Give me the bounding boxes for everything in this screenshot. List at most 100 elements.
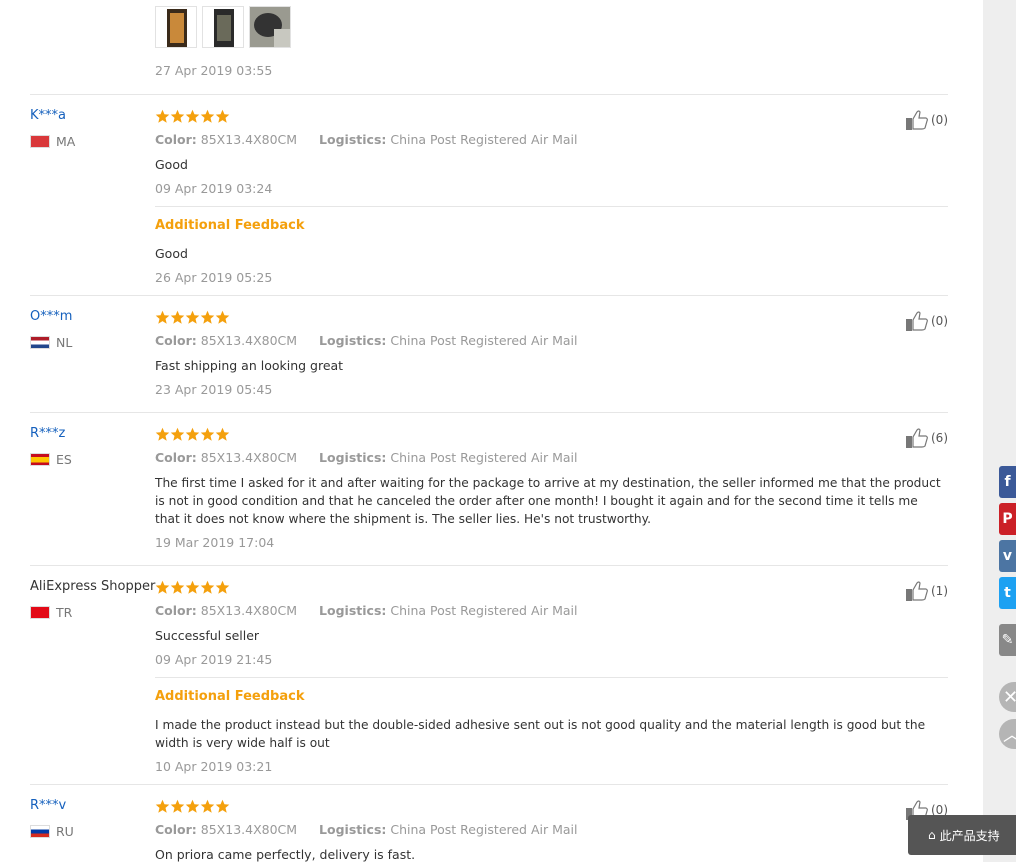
vk-icon: v — [1002, 548, 1013, 564]
review-text: Successful seller — [155, 628, 260, 643]
pencil-icon: ✎ — [1001, 632, 1014, 648]
helpful-button[interactable]: (0) — [905, 310, 948, 332]
star-icon — [185, 580, 200, 595]
color-label: Color: — [155, 333, 197, 348]
pinterest-share-button[interactable]: P — [999, 503, 1016, 535]
helpful-button[interactable]: (6) — [905, 427, 948, 449]
star-icon — [185, 310, 200, 325]
user-country: TR — [30, 604, 73, 620]
edit-button[interactable]: ✎ — [999, 624, 1016, 656]
logistics-label: Logistics: — [319, 603, 387, 618]
country-code: RU — [56, 823, 74, 839]
flag-nl-icon — [30, 335, 50, 349]
thumbs-up-icon — [906, 428, 928, 448]
star-icon — [200, 799, 215, 814]
facebook-icon: f — [1004, 474, 1011, 490]
thumbs-up-icon — [906, 110, 928, 130]
chat-support-label: 此产品支持 — [939, 828, 1000, 843]
star-icon — [155, 799, 170, 814]
order-info: Color: 85X13.4X80CM Logistics: China Pos… — [155, 822, 578, 837]
star-icon — [155, 427, 170, 442]
star-rating — [155, 580, 230, 595]
helpful-count: (0) — [931, 314, 948, 328]
color-label: Color: — [155, 603, 197, 618]
user-country: NL — [30, 334, 73, 350]
color-label: Color: — [155, 822, 197, 837]
star-icon — [215, 310, 230, 325]
flag-tr-icon — [30, 605, 50, 619]
color-value: 85X13.4X80CM — [200, 603, 298, 618]
user-name[interactable]: O***m — [30, 309, 72, 324]
star-icon — [155, 580, 170, 595]
review-date: 09 Apr 2019 03:24 — [155, 181, 273, 196]
review-date: 27 Apr 2019 03:55 — [155, 63, 273, 78]
additional-feedback-title: Additional Feedback — [155, 689, 305, 704]
facebook-share-button[interactable]: f — [999, 466, 1016, 498]
review-photo[interactable] — [155, 6, 197, 48]
additional-feedback-title: Additional Feedback — [155, 218, 305, 233]
logistics-value: China Post Registered Air Mail — [390, 450, 578, 465]
additional-feedback-text: I made the product instead but the doubl… — [155, 718, 926, 750]
chevron-up-icon: ︿ — [1003, 721, 1016, 747]
star-icon — [185, 109, 200, 124]
helpful-button[interactable]: (1) — [905, 580, 948, 602]
feedback-item: O***m NL Color: 85X13.4X80CM Logistics: … — [30, 295, 948, 412]
logistics-label: Logistics: — [319, 132, 387, 147]
pinterest-icon: P — [1002, 511, 1013, 527]
helpful-count: (1) — [931, 584, 948, 598]
order-info: Color: 85X13.4X80CM Logistics: China Pos… — [155, 603, 578, 618]
chat-support-bar[interactable]: ⌂ 此产品支持 — [908, 815, 1016, 855]
logistics-value: China Post Registered Air Mail — [390, 603, 578, 618]
star-icon — [200, 580, 215, 595]
divider — [155, 677, 948, 678]
additional-feedback-text: Good — [155, 246, 188, 261]
logistics-label: Logistics: — [319, 450, 387, 465]
star-icon — [185, 799, 200, 814]
star-icon — [155, 109, 170, 124]
flag-es-icon — [30, 452, 50, 466]
user-country: ES — [30, 452, 72, 467]
user-country: RU — [30, 823, 74, 839]
star-rating — [155, 799, 230, 814]
color-label: Color: — [155, 132, 197, 147]
vk-share-button[interactable]: v — [999, 540, 1016, 572]
star-icon — [170, 799, 185, 814]
star-rating — [155, 109, 230, 124]
user-name[interactable]: R***v — [30, 798, 66, 813]
robot-icon: ⌂ — [928, 828, 936, 842]
color-label: Color: — [155, 450, 197, 465]
twitter-share-button[interactable]: t — [999, 577, 1016, 609]
logistics-label: Logistics: — [319, 822, 387, 837]
star-icon — [200, 427, 215, 442]
country-code: TR — [56, 604, 73, 620]
order-info: Color: 85X13.4X80CM Logistics: China Pos… — [155, 450, 578, 465]
user-name[interactable]: R***z — [30, 426, 65, 441]
feedback-item: R***v RU Color: 85X13.4X80CM Logistics: … — [30, 784, 948, 862]
review-photo[interactable] — [249, 6, 291, 48]
logistics-value: China Post Registered Air Mail — [390, 132, 578, 147]
star-icon — [170, 310, 185, 325]
review-text: The first time I asked for it and after … — [155, 476, 941, 526]
helpful-count: (6) — [931, 431, 948, 445]
star-icon — [215, 109, 230, 124]
star-icon — [155, 310, 170, 325]
logistics-value: China Post Registered Air Mail — [390, 822, 578, 837]
review-date: 23 Apr 2019 05:45 — [155, 382, 273, 397]
helpful-button[interactable]: (0) — [905, 109, 948, 131]
user-name[interactable]: K***a — [30, 108, 66, 123]
close-icon: ✕ — [1003, 686, 1016, 708]
country-code: MA — [56, 133, 76, 149]
color-value: 85X13.4X80CM — [200, 132, 298, 147]
helpful-count: (0) — [931, 113, 948, 127]
logistics-label: Logistics: — [319, 333, 387, 348]
review-photo[interactable] — [202, 6, 244, 48]
feedback-item: K***a MA Color: 85X13.4X80CM Logistics: … — [30, 94, 948, 295]
thumbs-up-icon — [906, 581, 928, 601]
additional-feedback-date: 10 Apr 2019 03:21 — [155, 759, 273, 774]
feedback-item: AliExpress Shopper TR Color: 85X13.4X80C… — [30, 565, 948, 784]
review-photos — [155, 6, 296, 48]
review-text: On priora came perfectly, delivery is fa… — [155, 847, 416, 862]
review-date: 09 Apr 2019 21:45 — [155, 652, 273, 667]
country-code: NL — [56, 334, 73, 350]
star-icon — [170, 427, 185, 442]
